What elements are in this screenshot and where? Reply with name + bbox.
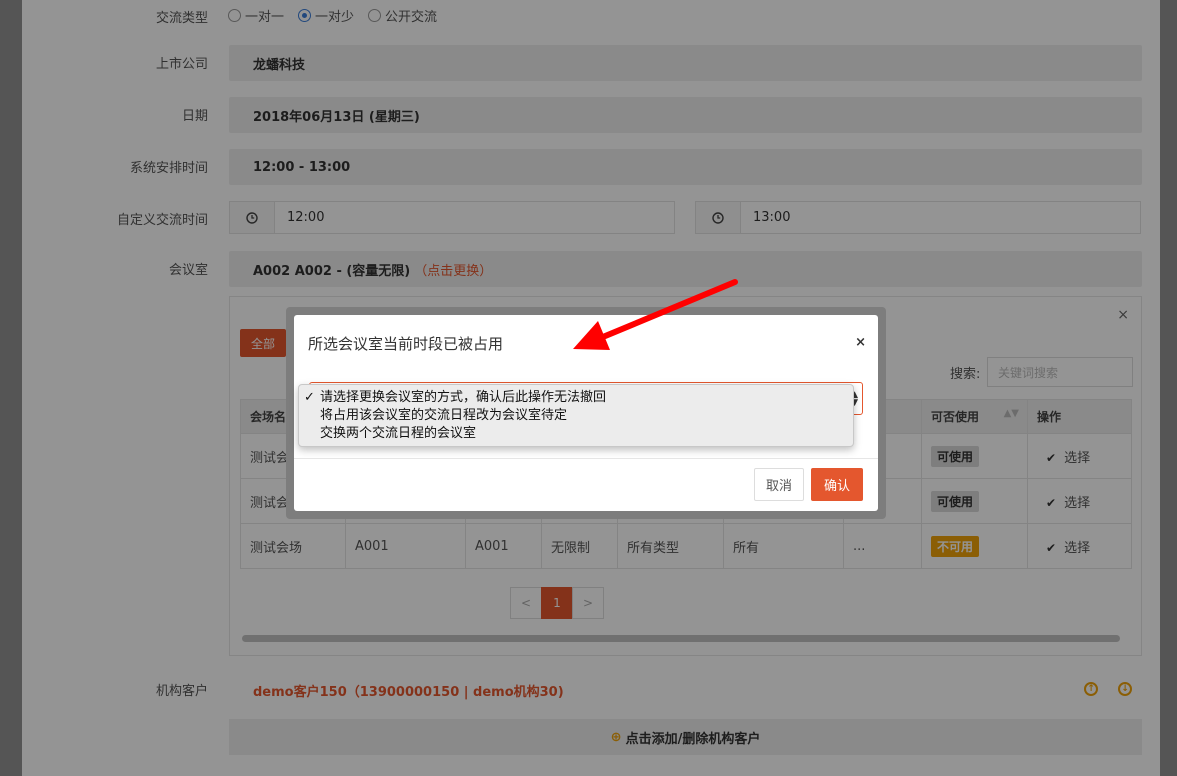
annotation-arrow-icon [573,279,738,350]
